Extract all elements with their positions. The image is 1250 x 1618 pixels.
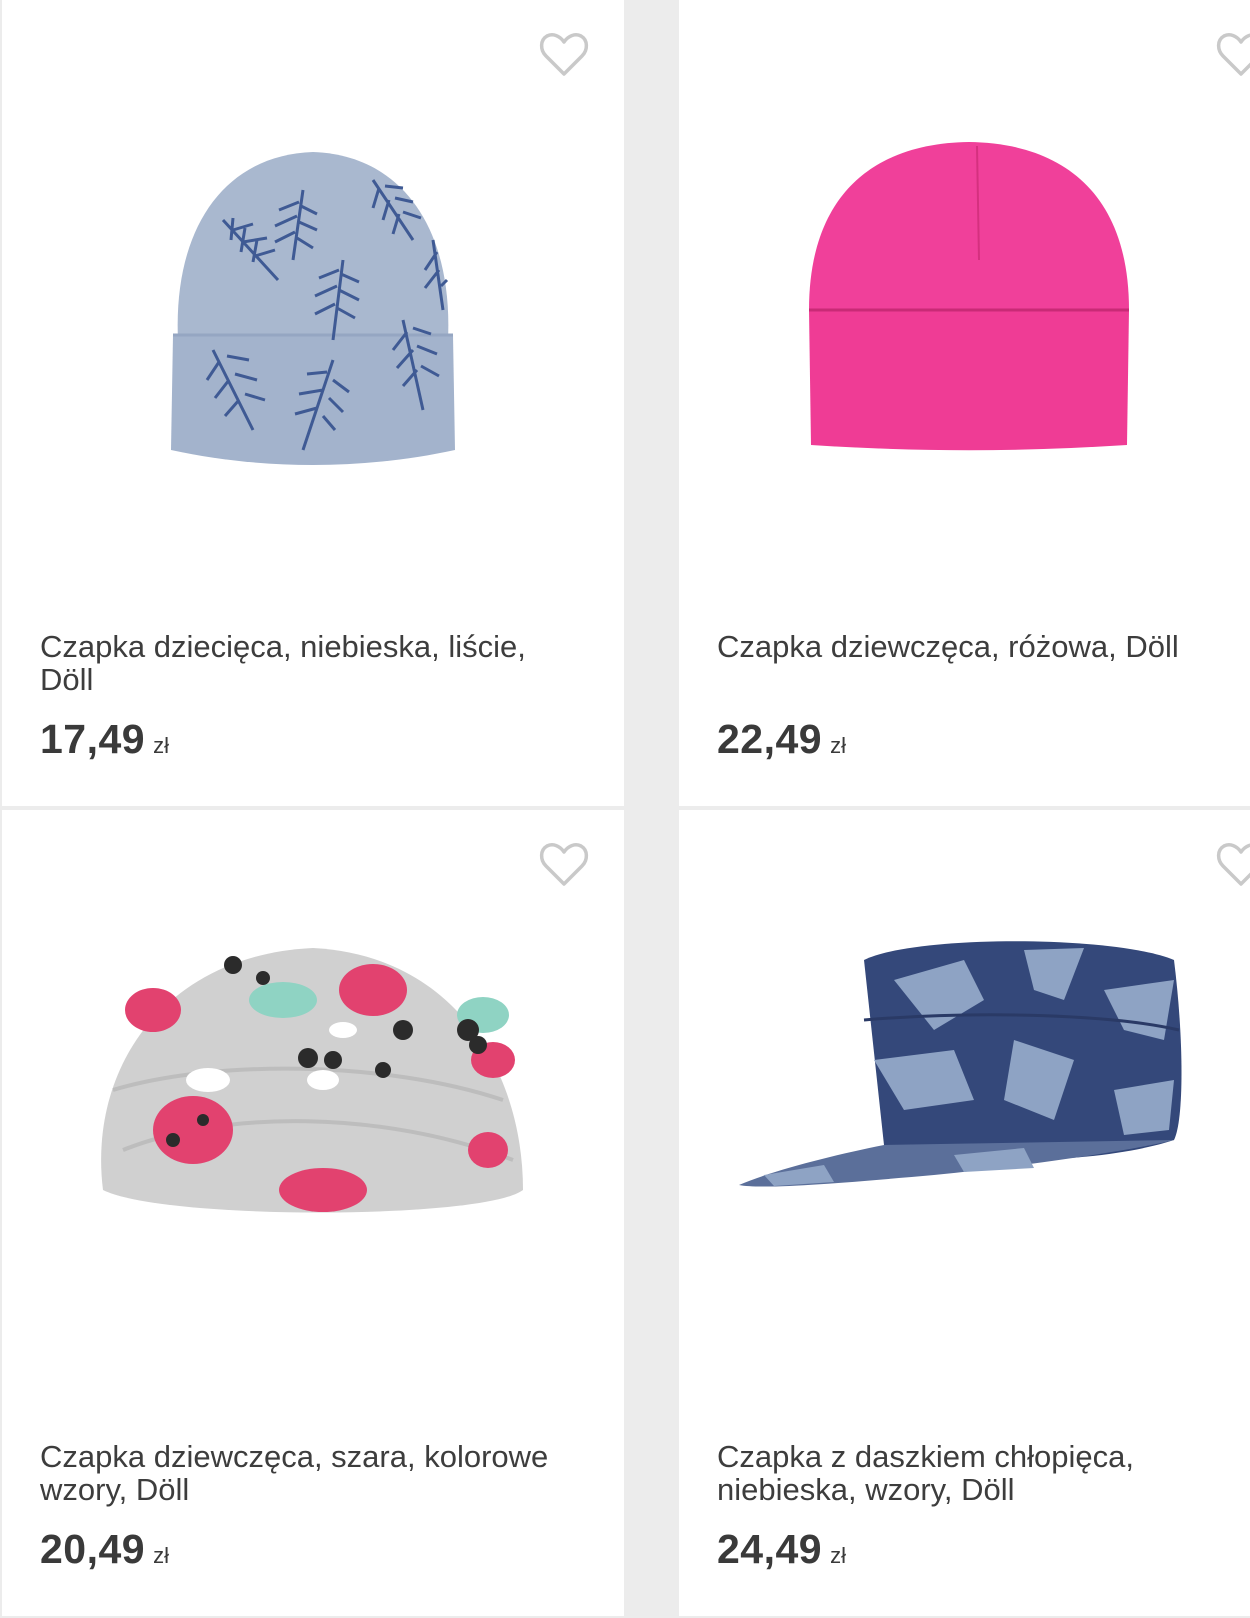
product-image[interactable]: [2, 110, 624, 510]
product-name[interactable]: Czapka z daszkiem chłopięca, niebieska, …: [717, 1440, 1250, 1506]
price-currency: zł: [830, 733, 846, 758]
favorite-heart-icon[interactable]: [1215, 840, 1250, 888]
product-card[interactable]: Czapka dziecięca, niebieska, liście, Döl…: [2, 0, 624, 806]
product-price: 17,49 zł: [40, 716, 169, 763]
blue-leaf-beanie-image: [171, 152, 455, 465]
price-amount: 24,49: [717, 1526, 823, 1572]
grey-patterned-hat-image: [101, 948, 524, 1213]
price-currency: zł: [830, 1543, 846, 1568]
favorite-heart-icon[interactable]: [538, 840, 590, 888]
product-image[interactable]: [679, 110, 1250, 510]
price-amount: 20,49: [40, 1526, 146, 1572]
pink-beanie-image: [809, 142, 1129, 451]
product-card[interactable]: Czapka dziewczęca, różowa, Döll 22,49 zł: [679, 0, 1250, 806]
product-name[interactable]: Czapka dziecięca, niebieska, liście, Döl…: [40, 630, 580, 696]
price-amount: 17,49: [40, 716, 146, 762]
product-price: 24,49 zł: [717, 1526, 846, 1573]
blue-camo-cap-image: [739, 941, 1182, 1187]
product-name[interactable]: Czapka dziewczęca, szara, kolorowe wzory…: [40, 1440, 580, 1506]
product-name[interactable]: Czapka dziewczęca, różowa, Döll: [717, 630, 1250, 663]
product-price: 22,49 zł: [717, 716, 846, 763]
product-price: 20,49 zł: [40, 1526, 169, 1573]
price-currency: zł: [153, 1543, 169, 1568]
product-card[interactable]: Czapka dziewczęca, szara, kolorowe wzory…: [2, 810, 624, 1616]
favorite-heart-icon[interactable]: [538, 30, 590, 78]
product-image[interactable]: [2, 920, 624, 1320]
product-card[interactable]: Czapka z daszkiem chłopięca, niebieska, …: [679, 810, 1250, 1616]
price-amount: 22,49: [717, 716, 823, 762]
product-image[interactable]: [679, 920, 1250, 1320]
favorite-heart-icon[interactable]: [1215, 30, 1250, 78]
price-currency: zł: [153, 733, 169, 758]
